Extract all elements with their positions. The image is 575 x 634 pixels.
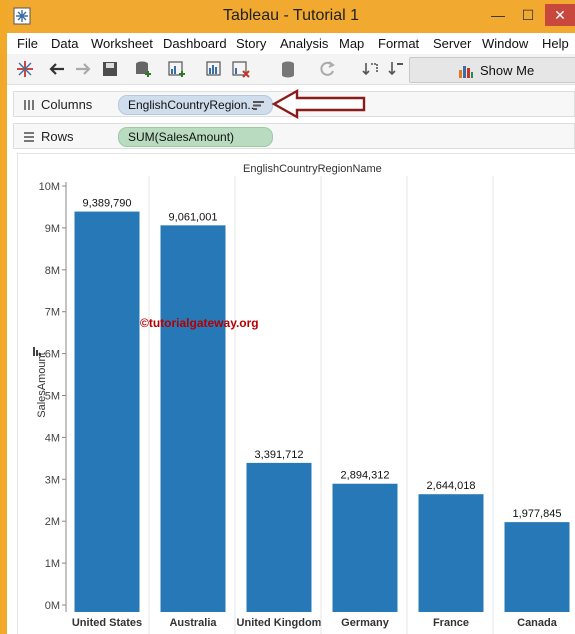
data-label: 9,061,001: [169, 211, 218, 223]
category-label: Germany: [341, 617, 390, 629]
data-label: 2,644,018: [427, 480, 476, 492]
y-tick-label: 2M: [45, 516, 60, 528]
data-label: 2,894,312: [341, 470, 390, 482]
category-label: United States: [72, 617, 142, 629]
y-tick-label: 8M: [45, 265, 60, 277]
y-axis-label: SalesAmount: [36, 352, 48, 418]
bar-1: [160, 225, 226, 612]
y-tick-label: 10M: [39, 181, 60, 193]
category-label: United Kingdom: [237, 617, 322, 629]
tableau-window: Tableau - Tutorial 1 — ☐ ✕ File Data Wor…: [0, 0, 575, 634]
data-label: 1,977,845: [513, 508, 562, 520]
bar-4: [418, 494, 484, 612]
bar-2: [246, 462, 312, 612]
bar-0: [74, 211, 140, 612]
data-label: 9,389,790: [83, 198, 132, 210]
y-tick-label: 0M: [45, 600, 60, 612]
bar-3: [332, 483, 398, 612]
category-label: Canada: [517, 617, 558, 629]
y-tick-label: 3M: [45, 474, 60, 486]
y-tick-label: 7M: [45, 307, 60, 319]
watermark: ©tutorialgateway.org: [140, 316, 259, 330]
y-tick-label: 9M: [45, 223, 60, 235]
y-tick-label: 4M: [45, 432, 60, 444]
y-tick-label: 1M: [45, 558, 60, 570]
bar-5: [504, 522, 570, 612]
bar-chart: 0M1M2M3M4M5M6M7M8M9M10M9,389,790United S…: [39, 176, 570, 634]
category-label: France: [433, 617, 469, 629]
data-label: 3,391,712: [255, 449, 304, 461]
category-label: Australia: [169, 617, 217, 629]
